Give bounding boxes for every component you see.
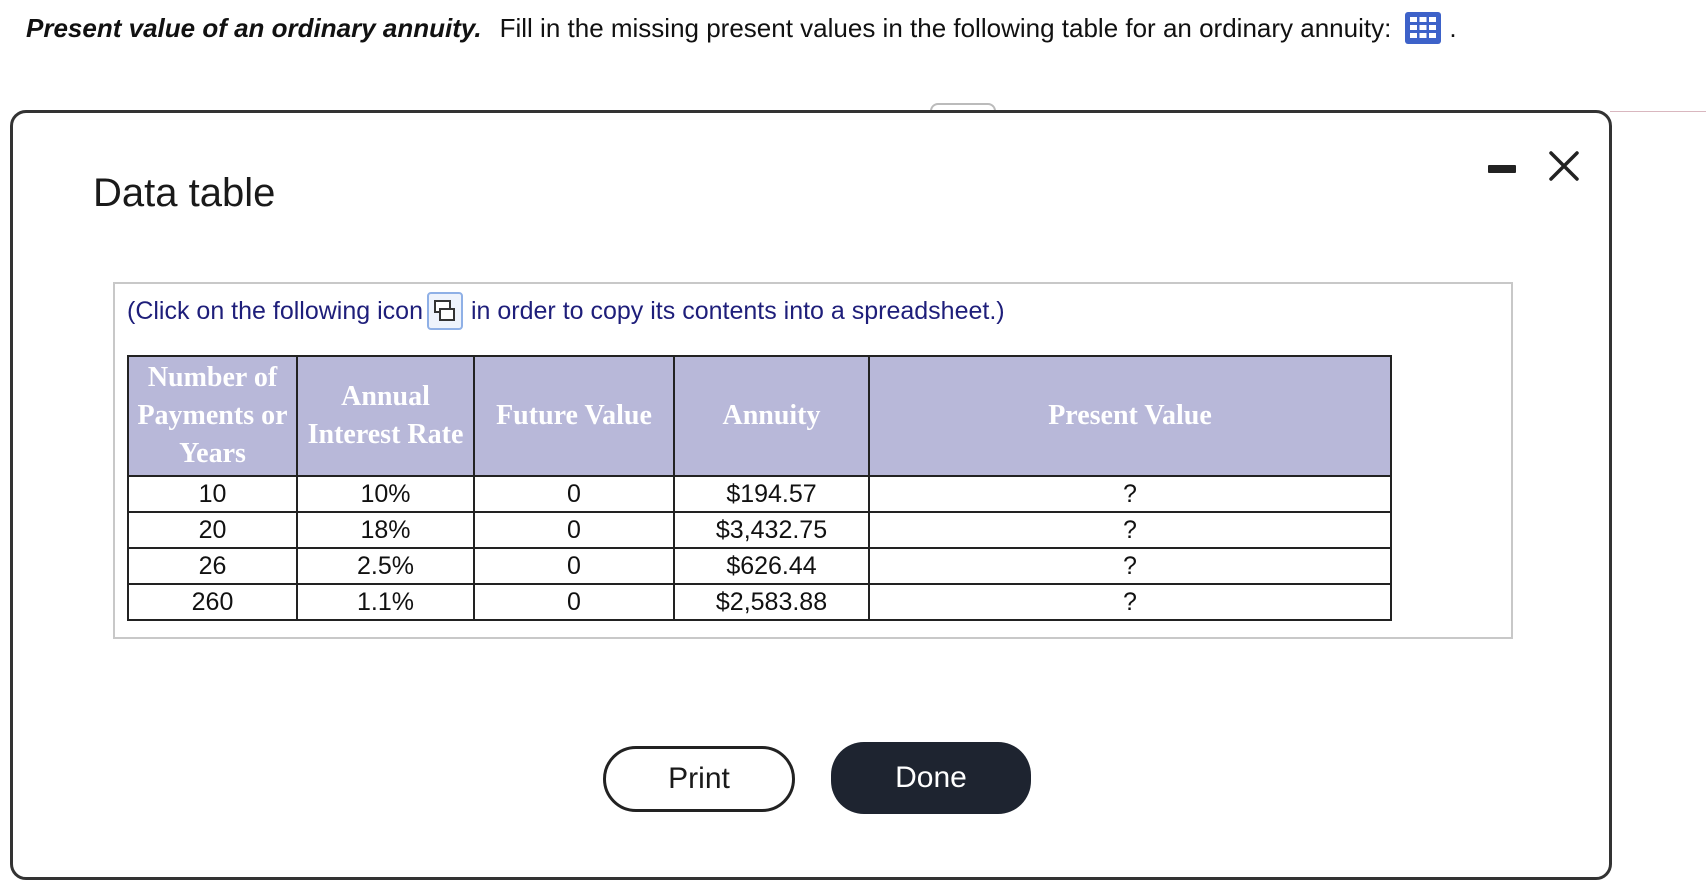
cell-future-value: 0 (473, 547, 675, 585)
header-payments-years: Number of Payments or Years (127, 355, 298, 477)
cell-rate: 10% (296, 475, 475, 513)
cell-present-value: ? (868, 583, 1392, 621)
cell-present-value: ? (868, 547, 1392, 585)
header-future-value: Future Value (473, 355, 675, 477)
header-present-value: Present Value (868, 355, 1392, 477)
cell-years: 10 (127, 475, 298, 513)
cell-years: 260 (127, 583, 298, 621)
cell-annuity: $3,432.75 (673, 511, 870, 549)
dialog-title: Data table (93, 171, 276, 215)
table-row: 10 10% 0 $194.57 ? (127, 475, 1392, 513)
header-interest-rate: Annual Interest Rate (296, 355, 475, 477)
minimize-icon[interactable] (1488, 165, 1516, 173)
copy-instruction: (Click on the following icon in order to… (127, 292, 1005, 330)
cell-future-value: 0 (473, 583, 675, 621)
table-grid-icon[interactable] (1405, 12, 1442, 44)
close-icon[interactable] (1546, 148, 1582, 184)
data-table-dialog: Data table (Click on the following icon … (10, 110, 1612, 880)
cell-present-value: ? (868, 475, 1392, 513)
table-row: 260 1.1% 0 $2,583.88 ? (127, 583, 1392, 621)
copy-instruction-suffix: in order to copy its contents into a spr… (470, 296, 1005, 325)
question-text: Present value of an ordinary annuity. Fi… (26, 12, 1457, 44)
cell-rate: 18% (296, 511, 475, 549)
question-title: Present value of an ordinary annuity. (26, 12, 482, 43)
cell-future-value: 0 (473, 475, 675, 513)
done-button[interactable]: Done (831, 742, 1031, 814)
cell-years: 26 (127, 547, 298, 585)
question-period: . (1449, 12, 1457, 43)
cell-rate: 2.5% (296, 547, 475, 585)
cell-annuity: $2,583.88 (673, 583, 870, 621)
table-row: 26 2.5% 0 $626.44 ? (127, 547, 1392, 585)
annuity-data-table: Number of Payments or Years Annual Inter… (127, 355, 1392, 621)
print-button[interactable]: Print (603, 746, 795, 812)
data-table-container: (Click on the following icon in order to… (113, 282, 1513, 639)
cell-annuity: $626.44 (673, 547, 870, 585)
background-divider (1610, 111, 1706, 112)
table-row: 20 18% 0 $3,432.75 ? (127, 511, 1392, 549)
cell-years: 20 (127, 511, 298, 549)
cell-rate: 1.1% (296, 583, 475, 621)
cell-annuity: $194.57 (673, 475, 870, 513)
header-annuity: Annuity (673, 355, 870, 477)
copy-instruction-prefix: (Click on the following icon (127, 296, 423, 325)
cell-present-value: ? (868, 511, 1392, 549)
cell-future-value: 0 (473, 511, 675, 549)
question-body: Fill in the missing present values in th… (499, 12, 1392, 43)
table-header-row: Number of Payments or Years Annual Inter… (127, 355, 1392, 477)
copy-to-spreadsheet-icon[interactable] (426, 292, 463, 330)
